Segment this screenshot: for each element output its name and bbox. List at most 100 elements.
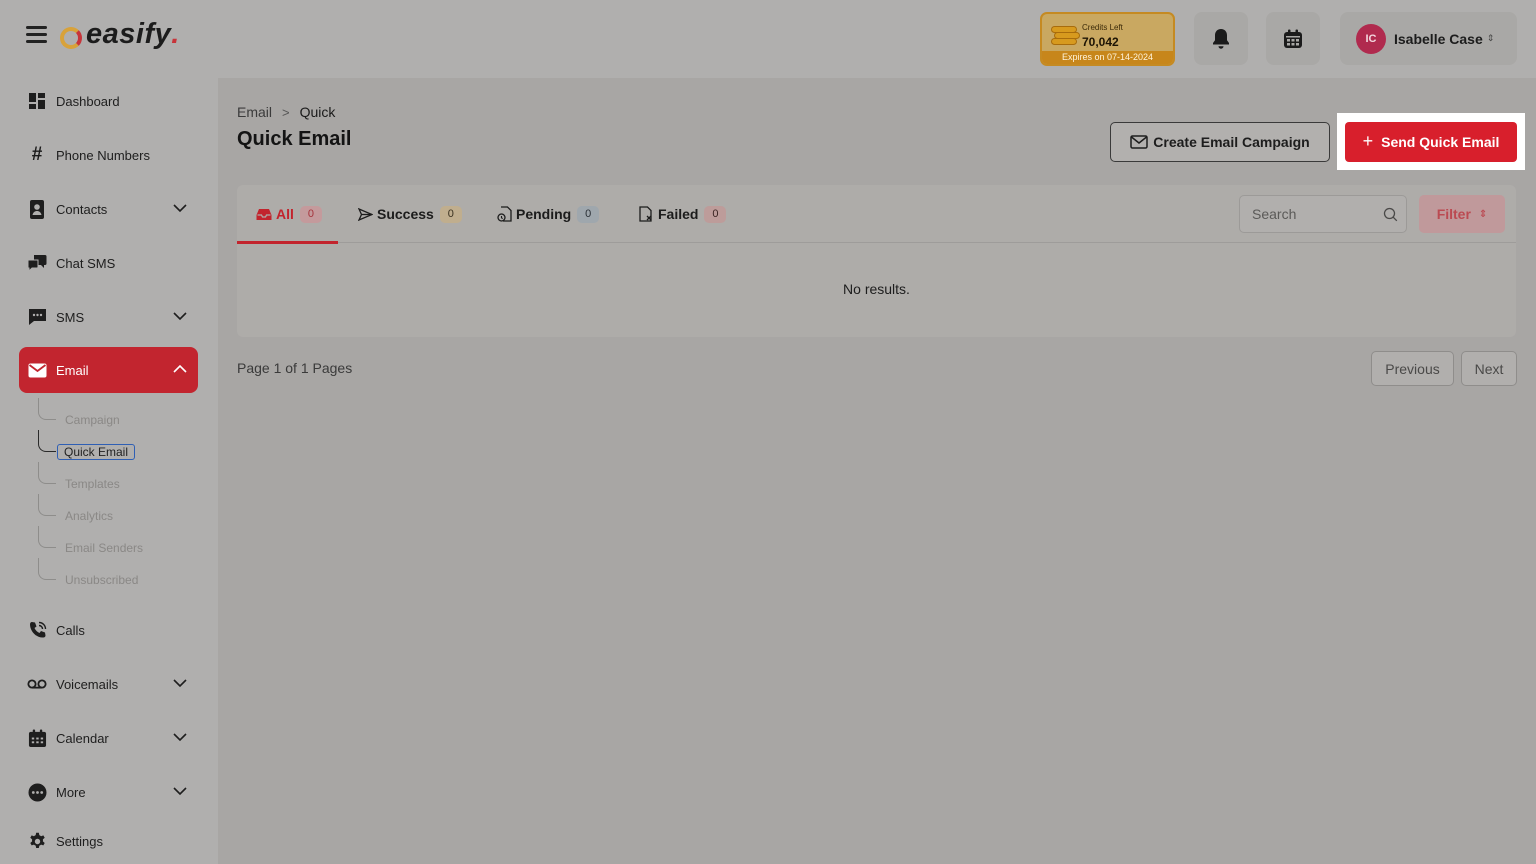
tab-count-badge: 0 xyxy=(439,205,462,223)
more-icon xyxy=(27,782,47,802)
tab-count-badge: 0 xyxy=(299,205,322,223)
sidebar-item-calendar[interactable]: Calendar xyxy=(19,715,198,761)
results-panel: All 0 Success 0 Pending 0 Failed 0 Filte… xyxy=(237,185,1516,337)
sms-icon xyxy=(27,307,47,327)
logo-text: easify xyxy=(86,18,172,50)
pagination-text: Page 1 of 1 Pages xyxy=(237,360,353,376)
next-button[interactable]: Next xyxy=(1461,351,1517,386)
sidebar-item-sms[interactable]: SMS xyxy=(19,294,198,340)
sidebar-item-dashboard[interactable]: Dashboard xyxy=(19,78,198,124)
user-menu[interactable]: IC Isabelle Case ⇕ xyxy=(1340,12,1517,65)
notifications-button[interactable] xyxy=(1194,12,1248,65)
chevron-down-icon xyxy=(173,787,187,796)
logo[interactable]: easify. xyxy=(60,18,180,51)
submenu-label: Campaign xyxy=(65,413,120,427)
credits-widget[interactable]: Credits Left 70,042 Expires on 07-14-202… xyxy=(1040,12,1175,66)
sidebar-item-more[interactable]: More xyxy=(19,769,198,815)
tab-label: Failed xyxy=(658,206,699,222)
top-bar: easify. Credits Left 70,042 Expires on 0… xyxy=(0,0,1536,78)
chevron-up-icon xyxy=(173,364,187,373)
inbox-icon xyxy=(256,206,272,222)
calendar-icon xyxy=(1284,29,1302,48)
submenu-label: Templates xyxy=(65,477,120,491)
file-x-icon xyxy=(638,206,654,222)
tab-count-badge: 0 xyxy=(577,205,600,223)
create-email-campaign-label: Create Email Campaign xyxy=(1153,134,1310,150)
chevron-down-icon xyxy=(173,312,187,321)
sidebar-item-label: Settings xyxy=(56,833,103,849)
credits-value: 70,042 xyxy=(1082,35,1119,49)
send-icon xyxy=(357,206,373,222)
breadcrumb: Email > Quick xyxy=(237,104,335,120)
hamburger-menu-icon[interactable] xyxy=(26,26,47,44)
submenu-analytics[interactable]: Analytics xyxy=(38,494,198,526)
chevron-down-icon xyxy=(173,733,187,742)
submenu-label: Quick Email xyxy=(57,444,136,460)
empty-state-text: No results. xyxy=(843,281,910,297)
avatar: IC xyxy=(1356,23,1386,54)
status-tabs: All 0 Success 0 Pending 0 Failed 0 Filte… xyxy=(237,185,1516,244)
sidebar-item-email[interactable]: Email xyxy=(19,347,198,393)
tree-branch xyxy=(38,494,56,516)
tree-branch xyxy=(38,526,56,548)
plus-icon: + xyxy=(1362,130,1374,151)
sidebar-item-contacts[interactable]: Contacts xyxy=(19,186,198,232)
voicemail-icon xyxy=(27,674,47,694)
sidebar-item-chat-sms[interactable]: Chat SMS xyxy=(19,240,198,286)
tab-success[interactable]: Success 0 xyxy=(357,185,462,243)
sidebar-item-calls[interactable]: Calls xyxy=(19,607,198,653)
create-email-campaign-button[interactable]: Create Email Campaign xyxy=(1110,122,1330,162)
tree-branch xyxy=(38,558,56,580)
logo-dot: . xyxy=(171,18,180,50)
tab-count-badge: 0 xyxy=(704,205,727,223)
filter-button[interactable]: Filter ⇕ xyxy=(1419,195,1505,233)
file-clock-icon xyxy=(496,206,512,222)
send-quick-email-button[interactable]: + Send Quick Email xyxy=(1345,122,1517,162)
previous-button[interactable]: Previous xyxy=(1371,351,1454,386)
coins-icon xyxy=(1051,26,1080,48)
search-input[interactable] xyxy=(1252,206,1377,222)
phone-icon xyxy=(27,620,47,640)
tab-label: Pending xyxy=(516,206,572,222)
calendar-button[interactable] xyxy=(1266,12,1320,65)
chevron-down-icon xyxy=(173,204,187,213)
sidebar-item-phone-numbers[interactable]: # Phone Numbers xyxy=(19,132,198,178)
sidebar-item-label: Voicemails xyxy=(56,676,119,692)
submenu-campaign[interactable]: Campaign xyxy=(38,398,198,430)
chevron-down-icon xyxy=(173,679,187,688)
submenu-unsubscribed[interactable]: Unsubscribed xyxy=(38,558,198,590)
submenu-label: Email Senders xyxy=(65,541,144,555)
search-box[interactable] xyxy=(1239,195,1407,233)
contacts-icon xyxy=(27,199,47,219)
sidebar-item-label: Contacts xyxy=(56,201,108,217)
breadcrumb-parent[interactable]: Email xyxy=(237,104,272,120)
submenu-label: Analytics xyxy=(65,509,114,523)
submenu-email-senders[interactable]: Email Senders xyxy=(38,526,198,558)
filter-label: Filter xyxy=(1436,206,1471,222)
sidebar-item-label: Calendar xyxy=(56,730,109,746)
page-title: Quick Email xyxy=(237,128,352,150)
submenu-templates[interactable]: Templates xyxy=(38,462,198,494)
submenu-quick-email[interactable]: Quick Email xyxy=(38,430,198,462)
sort-icon: ⇕ xyxy=(1478,208,1488,220)
mail-icon xyxy=(27,360,47,380)
credits-label: Credits Left xyxy=(1082,23,1123,32)
sidebar-item-settings[interactable]: Settings xyxy=(19,818,198,864)
sidebar-item-label: Chat SMS xyxy=(56,255,116,271)
tab-all[interactable]: All 0 xyxy=(237,185,338,244)
sidebar-item-voicemails[interactable]: Voicemails xyxy=(19,661,198,707)
tab-failed[interactable]: Failed 0 xyxy=(638,185,727,243)
breadcrumb-separator: > xyxy=(282,104,290,120)
bell-icon xyxy=(1213,28,1229,49)
dashboard-icon xyxy=(27,91,47,111)
send-quick-email-label: Send Quick Email xyxy=(1381,134,1500,150)
sidebar-item-label: Phone Numbers xyxy=(56,147,150,163)
hash-icon: # xyxy=(31,144,43,165)
search-icon xyxy=(1383,207,1398,222)
credits-expiry: Expires on 07-14-2024 xyxy=(1042,51,1173,64)
calendar-icon xyxy=(27,728,47,748)
tab-pending[interactable]: Pending 0 xyxy=(496,185,600,243)
logo-mark-icon xyxy=(60,26,82,49)
sidebar-item-label: SMS xyxy=(56,309,85,325)
tree-branch xyxy=(38,430,56,452)
